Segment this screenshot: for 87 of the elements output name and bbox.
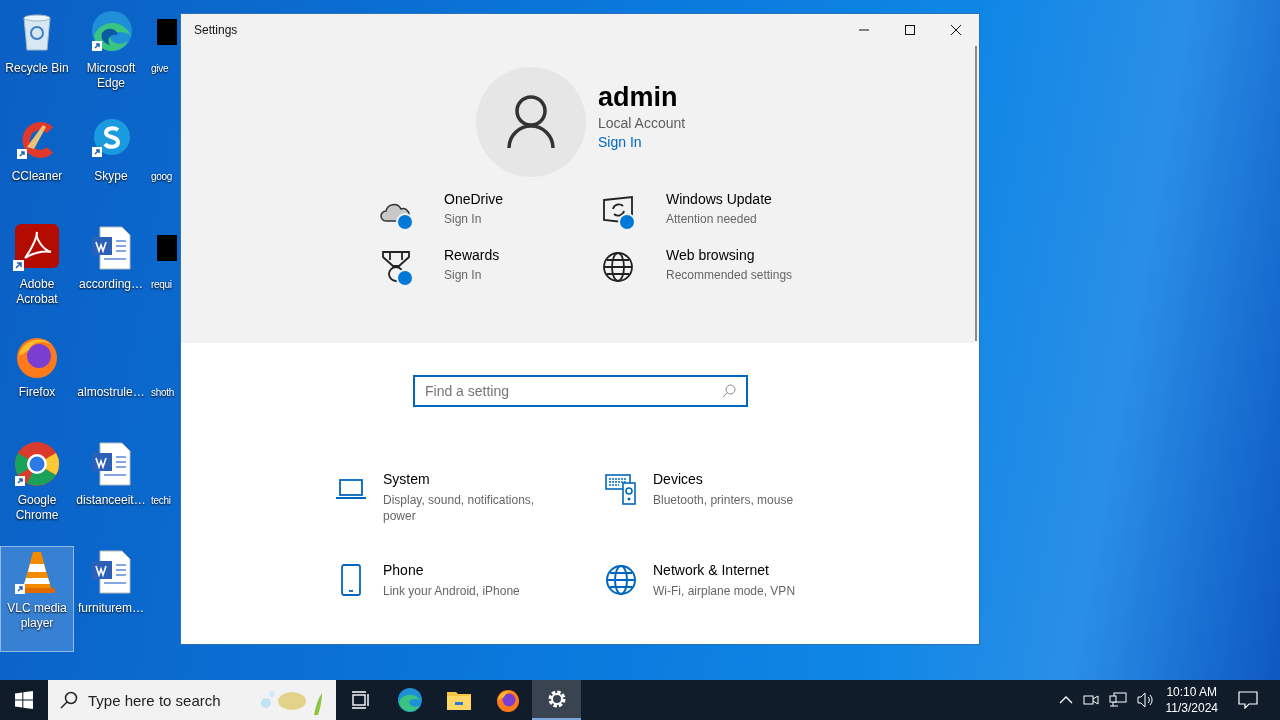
task-view-icon	[350, 691, 371, 709]
medal-icon	[380, 250, 412, 284]
pdf-logo-icon	[13, 224, 61, 272]
windows-logo-icon	[15, 691, 33, 709]
search-icon	[722, 384, 736, 398]
taskbar-app-button[interactable]	[532, 680, 581, 720]
desktop-shortcut[interactable]: techi	[148, 438, 180, 544]
shortcut-label: Recycle Bin	[5, 61, 69, 76]
folder-icon	[446, 690, 471, 710]
category-description: Bluetooth, printers, mouse	[653, 492, 794, 508]
shortcut-label: distanceeit…	[76, 493, 146, 508]
laptop-icon	[336, 478, 366, 500]
shortcut-label: almostrule…	[77, 385, 145, 400]
shortcut-label: give	[151, 62, 169, 76]
desktop-shortcut[interactable]: give	[148, 6, 180, 112]
desktop-shortcut[interactable]: CCleaner	[0, 114, 74, 220]
browser-logo-icon	[13, 440, 61, 488]
sign-in-link[interactable]: Sign In	[598, 134, 686, 150]
search-icon	[60, 691, 78, 709]
desktop-shortcut[interactable]: furniturem…	[74, 546, 148, 652]
category-title[interactable]: System	[383, 471, 553, 487]
quick-link-status: Sign In	[444, 267, 483, 283]
camera-icon[interactable]	[1082, 692, 1099, 708]
desktop-shortcut[interactable]: shoth	[148, 330, 180, 436]
quick-link-status: Attention needed	[666, 211, 758, 227]
category-title[interactable]: Devices	[653, 471, 794, 487]
desktop-shortcut[interactable]: Adobe Acrobat	[0, 222, 74, 328]
desktop-shortcut[interactable]: distanceeit…	[74, 438, 148, 544]
clock-button[interactable]: 10:10 AM 11/3/2024	[1165, 684, 1218, 716]
search-field[interactable]: Find a setting	[413, 375, 748, 407]
category-title[interactable]: Phone	[383, 562, 520, 578]
fox-logo-icon	[494, 687, 521, 713]
shortcut-label: according…	[79, 277, 143, 292]
document-icon	[90, 441, 132, 487]
network-icon[interactable]	[1108, 692, 1127, 708]
quick-link-title[interactable]: Windows Update	[666, 191, 796, 207]
notifications-icon[interactable]	[1238, 691, 1258, 709]
desktop-shortcut[interactable]: Skype	[74, 114, 148, 220]
dark-thumbnail-icon	[157, 235, 177, 261]
desktop-shortcut[interactable]: Microsoft Edge	[74, 6, 148, 112]
desktop-shortcut[interactable]: almostrule…	[74, 330, 148, 436]
window-title: Settings	[194, 23, 238, 37]
maximize-icon	[904, 24, 916, 36]
category-description: Wi-Fi, airplane mode, VPN	[653, 583, 796, 599]
desktop-shortcut[interactable]: Google Chrome	[0, 438, 74, 544]
quick-link-title[interactable]: OneDrive	[444, 191, 574, 207]
quick-link-status: Sign In	[444, 211, 483, 227]
category-description: Display, sound, notifications, power	[383, 492, 536, 524]
document-icon	[90, 549, 132, 595]
shortcut-label: requi	[151, 278, 172, 292]
shortcut-label: furniturem…	[78, 601, 144, 616]
shortcut-label: Firefox	[18, 385, 56, 400]
shortcut-label: CCleaner	[11, 169, 63, 184]
shortcut-label: VLC media player	[6, 601, 68, 631]
quick-link-title[interactable]: Web browsing	[666, 247, 796, 263]
desktop-shortcut[interactable]: VLC media player	[0, 546, 74, 652]
shortcut-label: Google Chrome	[14, 493, 60, 523]
browser-logo-icon	[396, 687, 423, 713]
account-name: admin	[598, 81, 679, 113]
desktop-shortcut[interactable]: Firefox	[0, 330, 74, 436]
desktop-shortcut[interactable]: according…	[74, 222, 148, 328]
category-description: Link your Android, iPhone	[383, 583, 520, 599]
shortcut-label: shoth	[151, 386, 174, 400]
shortcut-label: Skype	[94, 169, 128, 184]
shortcut-label: Microsoft Edge	[85, 61, 137, 91]
shortcut-label: Adobe Acrobat	[15, 277, 59, 307]
account-type: Local Account	[598, 115, 686, 131]
taskbar-search-field[interactable]: Type here to search	[48, 680, 336, 720]
globe-icon	[602, 251, 634, 283]
keyboard-speaker-icon	[605, 473, 637, 505]
desktop-shortcut[interactable]: goog	[148, 114, 180, 220]
phone-icon	[340, 564, 362, 596]
globe-icon	[605, 564, 637, 596]
volume-icon[interactable]	[1136, 692, 1155, 708]
desktop-shortcut[interactable]: requi	[148, 222, 180, 328]
chevron-up-icon[interactable]	[1058, 695, 1073, 705]
shortcut-label: techi	[151, 494, 171, 508]
desktop-shortcut[interactable]: Recycle Bin	[0, 6, 74, 112]
dark-thumbnail-icon	[157, 19, 177, 45]
quick-link-status: Recommended settings	[666, 267, 794, 283]
scrollbar-thumb[interactable]	[975, 46, 977, 341]
quick-link-title[interactable]: Rewards	[444, 247, 574, 263]
category-title[interactable]: Network & Internet	[653, 562, 796, 578]
close-icon	[950, 24, 962, 36]
person-silhouette-icon	[506, 94, 556, 150]
shortcut-label: goog	[151, 170, 173, 184]
document-icon	[90, 225, 132, 271]
